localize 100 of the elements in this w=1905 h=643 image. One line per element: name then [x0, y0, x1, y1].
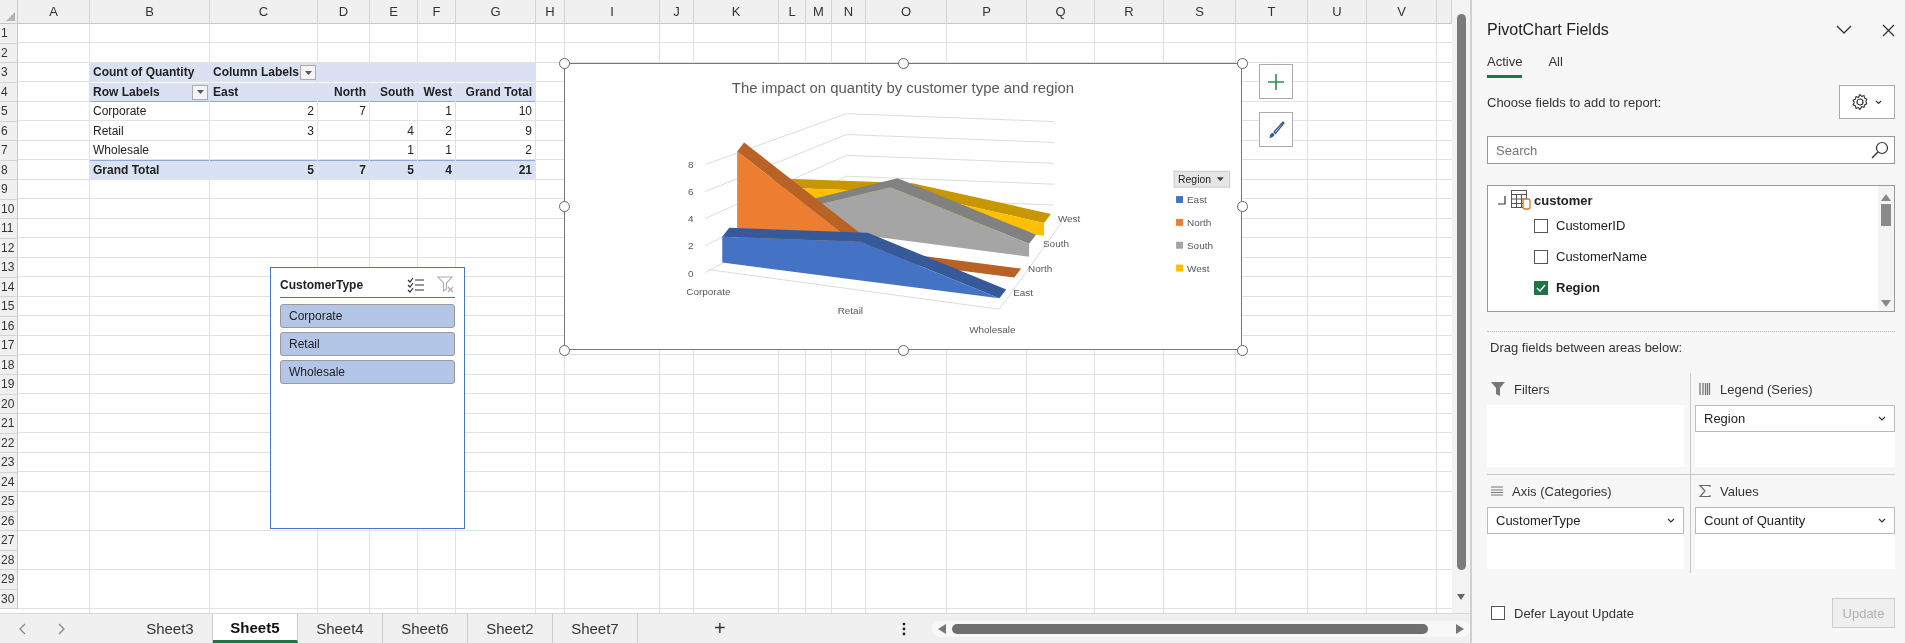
column-header[interactable]: E	[370, 0, 418, 24]
resize-handle[interactable]	[1236, 57, 1248, 69]
scroll-left-icon[interactable]	[937, 623, 946, 634]
field-dropdown[interactable]: CustomerType	[1487, 507, 1684, 534]
multi-select-icon[interactable]	[407, 276, 425, 293]
sheet-tab[interactable]: Sheet6	[382, 614, 468, 643]
sheet-tab[interactable]: Sheet5	[212, 614, 298, 643]
row-header[interactable]: 13	[0, 258, 18, 278]
sheet-tab[interactable]: Sheet3	[127, 614, 213, 643]
sheet-tab[interactable]: Sheet2	[467, 614, 553, 643]
row-header[interactable]: 8	[0, 160, 18, 180]
row-header[interactable]: 5	[0, 102, 18, 122]
field-label[interactable]: CustomerID	[1556, 218, 1626, 233]
column-header[interactable]: D	[318, 0, 370, 24]
chart-elements-button[interactable]	[1259, 64, 1293, 99]
row-header[interactable]: 6	[0, 121, 18, 141]
field-label[interactable]: CustomerName	[1556, 249, 1648, 264]
column-header[interactable]: B	[90, 0, 210, 24]
resize-handle[interactable]	[897, 57, 909, 69]
column-header[interactable]: M	[806, 0, 832, 24]
panel-tab[interactable]: Active	[1487, 48, 1523, 78]
field-dropdown[interactable]: Region	[1695, 405, 1895, 432]
column-header[interactable]: I	[565, 0, 660, 24]
scroll-down-icon[interactable]	[1457, 594, 1465, 600]
drop-area[interactable]: Region	[1695, 405, 1895, 467]
close-icon[interactable]	[1882, 23, 1895, 37]
column-header[interactable]: P	[947, 0, 1027, 24]
collapse-icon[interactable]	[1496, 195, 1506, 205]
row-header[interactable]: 21	[0, 414, 18, 434]
row-header[interactable]: 2	[0, 43, 18, 63]
row-header[interactable]: 7	[0, 141, 18, 161]
column-header[interactable]: S	[1164, 0, 1236, 24]
resize-handle[interactable]	[558, 57, 570, 69]
slicer-item[interactable]: Corporate	[280, 304, 455, 328]
column-header[interactable]: C	[210, 0, 318, 24]
row-header[interactable]: 17	[0, 336, 18, 356]
row-header[interactable]: 30	[0, 589, 18, 609]
drop-area[interactable]: Count of Quantity	[1695, 507, 1895, 569]
slicer-item[interactable]: Wholesale	[280, 360, 455, 384]
resize-handle[interactable]	[558, 201, 570, 212]
checkbox[interactable]	[1534, 280, 1548, 295]
resize-handle[interactable]	[558, 344, 570, 356]
resize-handle[interactable]	[897, 344, 909, 356]
row-header[interactable]: 27	[0, 531, 18, 551]
row-header[interactable]: 4	[0, 82, 18, 102]
scroll-down-icon[interactable]	[1881, 300, 1891, 307]
settings-button[interactable]	[1839, 85, 1895, 119]
field-dropdown[interactable]: Count of Quantity	[1695, 507, 1895, 534]
previous-sheet-icon[interactable]	[18, 622, 26, 635]
row-header[interactable]: 19	[0, 375, 18, 395]
search-field[interactable]: Search	[1487, 136, 1895, 164]
resize-handle[interactable]	[1236, 344, 1248, 356]
column-header[interactable]: J	[660, 0, 694, 24]
column-header[interactable]: R	[1095, 0, 1164, 24]
row-header[interactable]: 28	[0, 550, 18, 570]
checkbox[interactable]	[1534, 249, 1548, 264]
row-header[interactable]: 26	[0, 511, 18, 531]
column-header[interactable]: U	[1308, 0, 1367, 24]
resize-handle[interactable]	[1236, 201, 1248, 212]
checkbox-label[interactable]: Defer Layout Update	[1514, 605, 1823, 621]
sheet-tab[interactable]: Sheet7	[552, 614, 638, 643]
more-options-icon[interactable]	[901, 621, 906, 636]
scroll-up-icon[interactable]	[1881, 194, 1891, 201]
row-header[interactable]: 15	[0, 297, 18, 317]
field-label[interactable]: Region	[1556, 280, 1601, 295]
row-header[interactable]: 1	[0, 24, 18, 44]
column-header[interactable]: K	[694, 0, 779, 24]
column-header[interactable]: V	[1367, 0, 1437, 24]
column-header[interactable]: T	[1236, 0, 1308, 24]
column-header[interactable]: N	[832, 0, 866, 24]
row-header[interactable]: 11	[0, 219, 18, 239]
row-header[interactable]: 18	[0, 355, 18, 375]
column-header[interactable]: G	[456, 0, 536, 24]
column-header[interactable]: O	[866, 0, 947, 24]
filter-dropdown-button[interactable]	[300, 65, 316, 81]
add-sheet-button[interactable]: +	[707, 617, 732, 640]
row-header[interactable]: 22	[0, 433, 18, 453]
drop-area[interactable]: CustomerType	[1487, 507, 1684, 569]
chart-styles-button[interactable]	[1259, 112, 1293, 147]
row-header[interactable]: 25	[0, 492, 18, 512]
row-header[interactable]: 10	[0, 199, 18, 219]
chevron-down-icon[interactable]	[1836, 25, 1852, 35]
next-sheet-icon[interactable]	[57, 622, 66, 635]
column-header[interactable]: Q	[1027, 0, 1095, 24]
scrollbar-thumb[interactable]	[951, 623, 1428, 634]
row-header[interactable]: 23	[0, 453, 18, 473]
panel-tab[interactable]: All	[1548, 48, 1563, 78]
row-header[interactable]: 16	[0, 316, 18, 336]
row-header[interactable]: 29	[0, 570, 18, 590]
row-header[interactable]: 20	[0, 394, 18, 414]
column-header[interactable]: L	[779, 0, 806, 24]
row-header[interactable]: 9	[0, 180, 18, 200]
scroll-right-icon[interactable]	[1456, 623, 1464, 634]
table-name[interactable]: customer	[1534, 192, 1593, 208]
column-header[interactable]: H	[536, 0, 565, 24]
column-header[interactable]: F	[418, 0, 456, 24]
scrollbar-thumb[interactable]	[1456, 14, 1466, 570]
sheet-tab[interactable]: Sheet4	[297, 614, 383, 643]
column-header[interactable]: A	[18, 0, 90, 24]
scrollbar-thumb[interactable]	[1881, 204, 1891, 226]
